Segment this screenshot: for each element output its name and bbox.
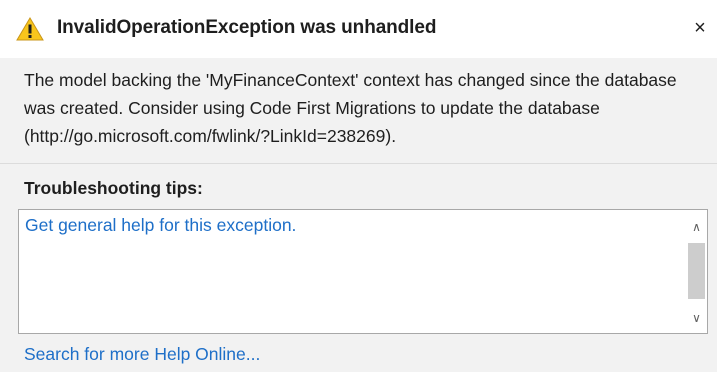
tips-scrollbar[interactable]: ∧ ∨ (686, 210, 707, 333)
exception-dialog: InvalidOperationException was unhandled … (0, 0, 717, 372)
warning-triangle-icon (16, 17, 44, 41)
scroll-up-button[interactable]: ∧ (686, 216, 707, 238)
exception-message: The model backing the 'MyFinanceContext'… (24, 70, 677, 146)
dialog-title: InvalidOperationException was unhandled (57, 17, 437, 38)
troubleshooting-tips-list: Get general help for this exception. ∧ ∨ (18, 209, 708, 334)
dialog-titlebar: InvalidOperationException was unhandled … (0, 0, 717, 58)
search-help-online-link[interactable]: Search for more Help Online... (24, 344, 260, 365)
troubleshooting-heading: Troubleshooting tips: (24, 178, 203, 198)
scroll-down-button[interactable]: ∨ (686, 307, 707, 329)
exception-message-area: The model backing the 'MyFinanceContext'… (0, 58, 717, 163)
scroll-thumb[interactable] (688, 243, 705, 299)
general-help-link[interactable]: Get general help for this exception. (25, 215, 296, 236)
section-divider (0, 163, 717, 164)
close-button[interactable]: × (689, 16, 711, 40)
